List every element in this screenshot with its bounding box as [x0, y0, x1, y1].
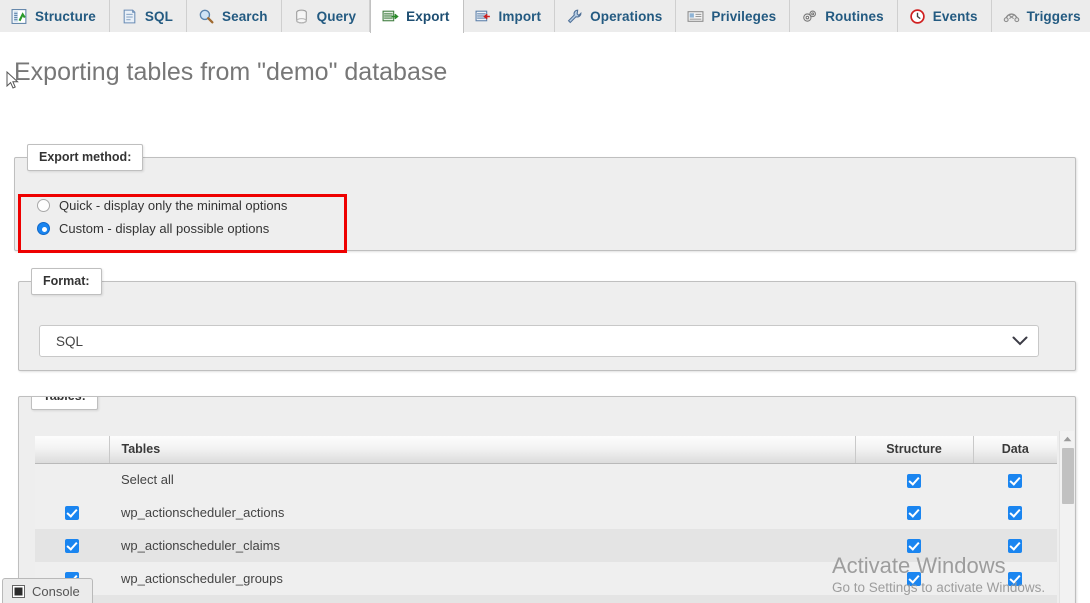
events-icon — [910, 8, 925, 24]
format-selected-value: SQL — [56, 333, 84, 349]
table-row: wp_actionscheduler_groups — [35, 562, 1057, 595]
wrench-icon — [567, 9, 582, 23]
tab-operations[interactable]: Operations — [555, 0, 677, 32]
tab-label: Operations — [590, 8, 663, 24]
format-fieldset: Format: SQL — [18, 268, 1076, 371]
cell-data — [973, 529, 1057, 562]
tables-fieldset: Tables: Tables Structure Data Select all… — [18, 396, 1076, 603]
radio-custom-label: Custom - display all possible options — [59, 221, 270, 236]
tab-routines[interactable]: Routines — [790, 0, 898, 32]
table-name: wp_actionscheduler_groups — [109, 562, 855, 595]
triggers-icon — [1003, 12, 1019, 22]
tab-label: Structure — [35, 8, 96, 24]
th-tables: Tables — [109, 436, 856, 464]
radio-option-quick[interactable]: Quick - display only the minimal options — [23, 194, 287, 217]
radio-option-custom[interactable]: Custom - display all possible options — [23, 217, 287, 240]
export-page: Exporting tables from "demo" database Ex… — [0, 33, 1090, 603]
radio-quick[interactable] — [37, 199, 50, 212]
tab-export[interactable]: Export — [370, 0, 464, 33]
checkbox-row-structure[interactable] — [907, 506, 921, 521]
privileges-icon — [687, 10, 704, 22]
cell-data — [973, 595, 1057, 603]
cell-select — [35, 529, 109, 562]
cell-structure — [855, 529, 973, 562]
cell-select — [35, 496, 109, 529]
console-button[interactable]: Console — [2, 578, 93, 603]
cell-structure — [855, 562, 973, 595]
structure-icon — [11, 8, 27, 24]
query-icon — [295, 9, 307, 23]
select-all-label: Select all — [109, 463, 855, 496]
table-name: wp_actionscheduler_actions — [109, 496, 855, 529]
tab-label: Search — [221, 8, 268, 24]
console-label: Console — [32, 583, 80, 599]
tab-label: Triggers — [1026, 8, 1081, 24]
cell-structure — [855, 595, 973, 603]
tab-label: Export — [406, 9, 450, 24]
th-select — [35, 436, 110, 464]
th-structure: Structure — [855, 436, 974, 464]
checkbox-row-data[interactable] — [1008, 572, 1022, 587]
checkbox-select-all-data[interactable] — [1008, 473, 1022, 488]
checkbox-row-structure[interactable] — [907, 539, 921, 554]
tables-scrollbar[interactable] — [1059, 431, 1074, 603]
sql-icon — [123, 9, 136, 23]
format-legend: Format: — [31, 268, 102, 295]
main-tab-bar: Structure SQL Search Query Export Import… — [0, 0, 1090, 33]
cell-structure — [855, 463, 973, 496]
checkbox-row-data[interactable] — [1008, 539, 1022, 554]
tab-events[interactable]: Events — [897, 0, 992, 32]
tab-triggers[interactable]: Triggers — [991, 0, 1090, 32]
radio-quick-label: Quick - display only the minimal options — [59, 198, 288, 213]
tab-privileges[interactable]: Privileges — [676, 0, 791, 32]
checkbox-row-structure[interactable] — [907, 572, 921, 587]
tab-label: Query — [316, 8, 357, 24]
radio-custom[interactable] — [37, 222, 50, 235]
cell-data — [973, 562, 1057, 595]
tables-scroll-area: Tables Structure Data Select all wp_acti… — [35, 436, 1061, 603]
table-name: wp_actionscheduler_logs — [109, 595, 855, 603]
export-method-options: Quick - display only the minimal options… — [23, 194, 287, 240]
th-data: Data — [973, 436, 1057, 464]
table-header-row: Tables Structure Data — [35, 436, 1057, 464]
chevron-down-icon — [1012, 336, 1028, 346]
cell-structure — [855, 496, 973, 529]
tables-table: Tables Structure Data Select all wp_acti… — [35, 436, 1057, 603]
table-row: wp_actionscheduler_actions — [35, 496, 1057, 529]
table-row-select-all: Select all — [35, 463, 1057, 496]
cell-select — [35, 463, 109, 496]
search-icon — [199, 9, 214, 24]
scroll-up-icon — [1063, 436, 1072, 441]
checkbox-row-data[interactable] — [1008, 506, 1022, 521]
checkbox-row-select[interactable] — [65, 539, 79, 554]
tab-label: Privileges — [711, 8, 777, 24]
console-icon — [12, 584, 25, 598]
tab-query[interactable]: Query — [281, 0, 371, 32]
tab-sql[interactable]: SQL — [109, 0, 187, 32]
export-method-fieldset: Export method: Quick - display only the … — [14, 144, 1076, 251]
format-select[interactable]: SQL — [39, 325, 1039, 357]
table-row: wp_actionscheduler_logs — [35, 595, 1057, 603]
checkbox-row-select[interactable] — [65, 506, 79, 521]
routines-icon — [803, 10, 817, 22]
import-icon — [475, 10, 490, 21]
tab-label: Import — [498, 8, 542, 24]
table-row: wp_actionscheduler_claims — [35, 529, 1057, 562]
cell-data — [973, 463, 1057, 496]
tab-label: Events — [932, 8, 978, 24]
checkbox-select-all-structure[interactable] — [907, 473, 921, 488]
tables-legend: Tables: — [31, 397, 98, 410]
page-title: Exporting tables from "demo" database — [14, 58, 448, 86]
scroll-up-button[interactable] — [1060, 431, 1075, 446]
table-name: wp_actionscheduler_claims — [109, 529, 855, 562]
export-icon — [382, 10, 399, 22]
tab-search[interactable]: Search — [186, 0, 282, 32]
tab-label: Routines — [825, 8, 884, 24]
tab-label: SQL — [144, 8, 173, 24]
tab-import[interactable]: Import — [463, 0, 556, 32]
export-method-legend: Export method: — [27, 144, 144, 171]
scrollbar-thumb[interactable] — [1062, 448, 1074, 504]
tab-structure[interactable]: Structure — [0, 0, 110, 32]
cell-data — [973, 496, 1057, 529]
